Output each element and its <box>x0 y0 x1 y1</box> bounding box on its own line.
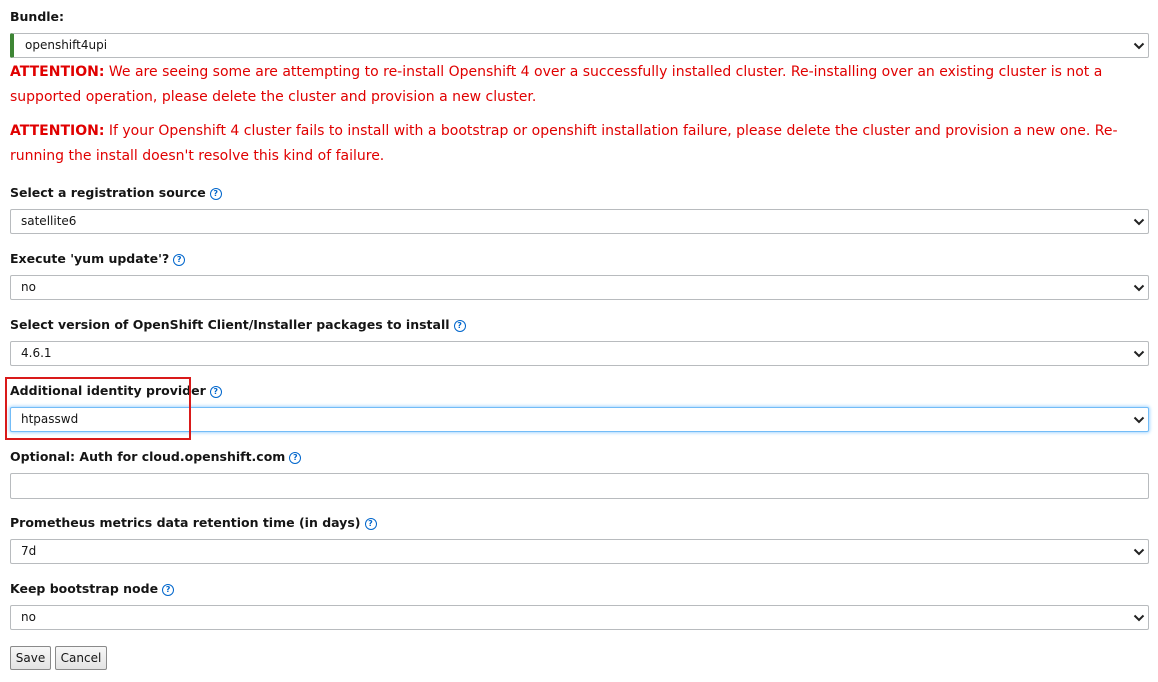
question-circle-icon[interactable]: ? <box>209 386 222 398</box>
client-version-label: Select version of OpenShift Client/Insta… <box>10 317 466 333</box>
keep-bootstrap-select[interactable]: no <box>10 605 1149 630</box>
question-circle-icon[interactable]: ? <box>209 188 222 200</box>
chevron-down-icon <box>1133 415 1145 425</box>
chevron-down-icon <box>1133 41 1145 51</box>
question-circle-icon[interactable]: ? <box>453 320 466 332</box>
cancel-button[interactable]: Cancel <box>55 646 107 670</box>
client-version-value: 4.6.1 <box>21 346 52 360</box>
client-version-select[interactable]: 4.6.1 <box>10 341 1149 366</box>
warning-text: If your Openshift 4 cluster fails to ins… <box>10 123 1118 164</box>
yum-update-label: Execute 'yum update'?? <box>10 251 186 267</box>
chevron-down-icon <box>1133 283 1145 293</box>
chevron-down-icon <box>1133 613 1145 623</box>
identity-provider-label: Additional identity provider? <box>10 383 222 399</box>
chevron-down-icon <box>1133 349 1145 359</box>
question-circle-icon[interactable]: ? <box>364 518 377 530</box>
chevron-down-icon <box>1133 217 1145 227</box>
install-failure-warning: ATTENTION: If your Openshift 4 cluster f… <box>10 119 1120 169</box>
registration-source-label: Select a registration source? <box>10 185 222 201</box>
registration-source-select[interactable]: satellite6 <box>10 209 1149 234</box>
identity-provider-value: htpasswd <box>21 412 79 426</box>
chevron-down-icon <box>1133 547 1145 557</box>
bundle-config-form: Bundle: openshift4upi ATTENTION: We are … <box>0 0 1158 682</box>
prometheus-retention-value: 7d <box>21 544 37 558</box>
cloud-auth-label: Optional: Auth for cloud.openshift.com? <box>10 449 302 465</box>
yum-update-select[interactable]: no <box>10 275 1149 300</box>
bundle-select[interactable]: openshift4upi <box>10 33 1149 58</box>
question-circle-icon[interactable]: ? <box>289 452 302 464</box>
save-button[interactable]: Save <box>10 646 51 670</box>
reinstall-warning: ATTENTION: We are seeing some are attemp… <box>10 60 1120 110</box>
registration-source-value: satellite6 <box>21 214 77 228</box>
warning-text: We are seeing some are attempting to re-… <box>10 64 1103 105</box>
prometheus-retention-select[interactable]: 7d <box>10 539 1149 564</box>
question-circle-icon[interactable]: ? <box>173 254 186 266</box>
identity-provider-select[interactable]: htpasswd <box>10 407 1149 432</box>
warning-prefix: ATTENTION: <box>10 123 105 139</box>
bundle-select-value: openshift4upi <box>25 38 108 52</box>
question-circle-icon[interactable]: ? <box>162 584 175 596</box>
cloud-auth-input[interactable] <box>10 473 1149 499</box>
bundle-label: Bundle: <box>10 9 65 24</box>
keep-bootstrap-label: Keep bootstrap node? <box>10 581 175 597</box>
warning-prefix: ATTENTION: <box>10 64 105 80</box>
keep-bootstrap-value: no <box>21 610 36 624</box>
yum-update-value: no <box>21 280 36 294</box>
prometheus-retention-label: Prometheus metrics data retention time (… <box>10 515 377 531</box>
